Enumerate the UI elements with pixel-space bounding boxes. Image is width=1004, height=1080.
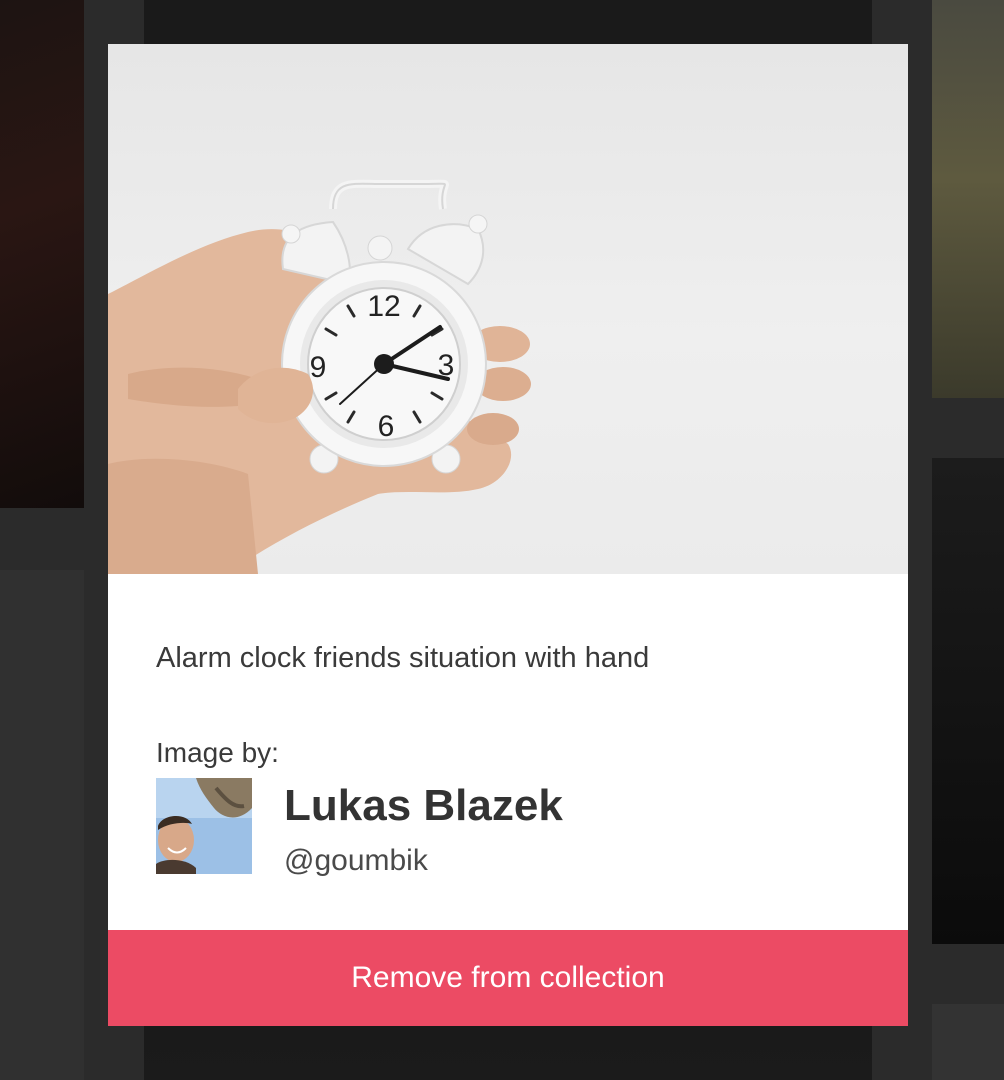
credit-label: Image by: [156, 737, 279, 768]
background-photo-tile [0, 570, 84, 1080]
background-photo-tile [0, 0, 84, 508]
remove-from-collection-button[interactable]: Remove from collection [108, 930, 908, 1026]
clock-numeral-9: 9 [310, 351, 327, 384]
background-photo-tile [932, 0, 1004, 398]
alarm-clock-photo: 12 3 6 9 [108, 179, 531, 574]
avatar-photo [156, 778, 252, 874]
main-photo: 12 3 6 9 [108, 44, 908, 574]
author-avatar[interactable] [156, 778, 252, 874]
author-name[interactable]: Lukas Blazek [284, 780, 563, 832]
image-description: Alarm clock friends situation with hand [156, 642, 650, 674]
clock-numeral-12: 12 [367, 290, 400, 323]
background-photo-tile [932, 1004, 1004, 1080]
author-handle[interactable]: @goumbik [284, 842, 428, 880]
background-photo-tile [932, 458, 1004, 944]
clock-numeral-6: 6 [378, 410, 395, 443]
image-detail-modal: 12 3 6 9 Alarm clock friends situation w… [108, 44, 908, 1026]
